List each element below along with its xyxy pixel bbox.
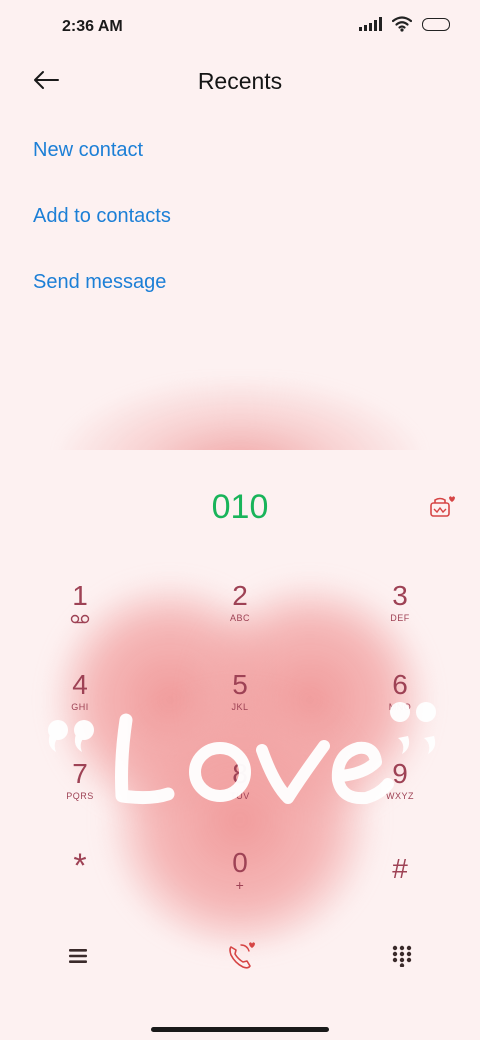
new-contact-link[interactable]: New contact (33, 132, 333, 198)
key-digit: 7 (72, 758, 88, 789)
key-letters: JKL (231, 702, 249, 712)
key-0[interactable]: 0 + (180, 847, 300, 917)
key-letters: WXYZ (386, 791, 414, 801)
key-hash[interactable]: # (340, 853, 460, 923)
key-letters: PQRS (66, 791, 94, 801)
send-message-link[interactable]: Send message (33, 264, 333, 330)
key-digit: # (392, 853, 408, 884)
key-letters: MNO (388, 702, 412, 712)
battery-icon (422, 17, 450, 31)
key-8[interactable]: 8 TUV (180, 758, 300, 828)
header: Recents (0, 56, 480, 110)
key-digit: 1 (72, 580, 88, 611)
key-4[interactable]: 4 GHI (20, 669, 140, 739)
home-indicator[interactable] (151, 1027, 329, 1032)
signal-icon (359, 17, 382, 31)
status-bar: 2:36 AM (0, 0, 480, 56)
key-letters: GHI (71, 702, 89, 712)
menu-icon (69, 949, 87, 963)
wifi-icon (392, 16, 412, 32)
phone-call-icon (229, 942, 255, 969)
key-digit: 5 (232, 669, 248, 700)
key-digit: * (73, 847, 87, 885)
page-title: Recents (197, 68, 283, 94)
key-digit: 3 (392, 580, 408, 611)
key-digit: 8 (232, 758, 248, 789)
key-2[interactable]: 2 ABC (180, 580, 300, 650)
theme-button[interactable] (426, 492, 456, 522)
menu-button[interactable] (54, 932, 102, 980)
key-9[interactable]: 9 WXYZ (340, 758, 460, 828)
key-3[interactable]: 3 DEF (340, 580, 460, 650)
key-7[interactable]: 7 PQRS (20, 758, 140, 828)
key-digit: 9 (392, 758, 408, 789)
status-time: 2:36 AM (62, 18, 123, 35)
status-icons (359, 16, 450, 32)
key-letters: DEF (390, 613, 410, 623)
key-star[interactable]: * (20, 847, 140, 920)
action-list: New contact Add to contacts Send message (33, 132, 333, 330)
key-digit: 2 (232, 580, 248, 611)
dialpad-toggle-button[interactable] (378, 932, 426, 980)
voicemail-icon (70, 614, 90, 624)
key-digit: 0 (232, 847, 248, 878)
key-digit: 4 (72, 669, 88, 700)
key-digit: 6 (392, 669, 408, 700)
key-5[interactable]: 5 JKL (180, 669, 300, 739)
add-to-contacts-link[interactable]: Add to contacts (33, 198, 333, 264)
key-letters: ABC (229, 613, 250, 623)
key-letters: TUV (230, 791, 250, 801)
call-button[interactable] (216, 932, 264, 980)
theme-icon (430, 496, 455, 517)
key-letters: + (235, 877, 245, 893)
key-6[interactable]: 6 MNO (340, 669, 460, 739)
dialer-screen: 2:36 AM Recents New contact Add to conta… (0, 0, 480, 1040)
dialpad-icon (392, 945, 412, 967)
dialed-number[interactable]: 010 (0, 488, 480, 527)
key-1[interactable]: 1 (20, 580, 140, 650)
